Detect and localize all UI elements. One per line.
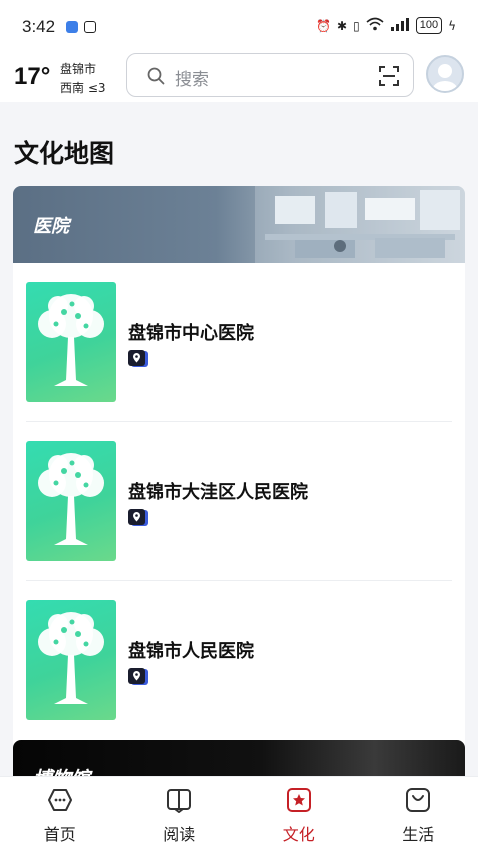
- nav-label: 生活: [402, 825, 435, 844]
- nav-item-life[interactable]: 生活: [359, 777, 478, 850]
- user-avatar[interactable]: [426, 55, 464, 93]
- location-pin-icon[interactable]: [128, 350, 148, 368]
- charging-icon: ϟ: [448, 18, 456, 33]
- nfc-icon: [84, 21, 96, 33]
- location-pin-icon[interactable]: [128, 509, 148, 527]
- list-item[interactable]: 盘锦市中心医院: [26, 282, 452, 402]
- avatar-placeholder-icon: [432, 64, 458, 91]
- weather-wind: 西南 ≤3: [60, 81, 106, 95]
- list-item[interactable]: 盘锦市人民医院: [26, 600, 452, 720]
- hospital-thumbnail: [26, 441, 116, 561]
- hospital-section-card: 医院 盘锦市中心医院 盘锦市大洼区人民医院 盘锦市人民医院: [13, 186, 465, 776]
- hospital-room-photo: [255, 186, 465, 263]
- tree-icon: [38, 612, 104, 704]
- nav-label: 阅读: [163, 825, 196, 844]
- hospital-thumbnail: [26, 600, 116, 720]
- alarm-icon: ⏰: [316, 18, 332, 33]
- hospital-name: 盘锦市中心医院: [128, 323, 254, 344]
- divider: [26, 421, 452, 422]
- home-icon: [47, 789, 72, 811]
- weather-temperature: 17°: [14, 63, 51, 90]
- hospital-name: 盘锦市人民医院: [128, 641, 254, 662]
- nav-item-culture[interactable]: 文化: [239, 777, 359, 850]
- status-indicators: ⏰ ✱ ▯ 100 ϟ: [316, 17, 456, 34]
- book-icon: [167, 789, 192, 813]
- list-item[interactable]: 盘锦市大洼区人民医院: [26, 441, 452, 561]
- divider: [26, 580, 452, 581]
- nav-item-home[interactable]: 首页: [0, 777, 120, 850]
- search-icon: [147, 67, 165, 85]
- weather-city: 盘锦市: [60, 62, 97, 76]
- vibrate-icon: ▯: [353, 18, 360, 33]
- culture-star-icon: [286, 788, 311, 812]
- bottom-nav: 首页 阅读 文化 生活: [0, 776, 478, 850]
- location-pin-icon[interactable]: [128, 668, 148, 686]
- tree-icon: [38, 294, 104, 386]
- life-bag-icon: [406, 788, 431, 812]
- scan-icon[interactable]: [379, 66, 399, 86]
- message-app-icon: [66, 21, 78, 33]
- section-title: 医院: [33, 216, 69, 237]
- nav-item-reading[interactable]: 阅读: [120, 777, 240, 850]
- battery-indicator: 100: [415, 17, 443, 34]
- hospital-thumbnail: [26, 282, 116, 402]
- search-bar[interactable]: 搜索: [126, 53, 414, 97]
- nav-label: 首页: [43, 825, 76, 844]
- section-banner[interactable]: 医院: [13, 186, 465, 263]
- signal-icon: [390, 17, 410, 34]
- nav-label: 文化: [282, 825, 315, 844]
- tree-icon: [38, 453, 104, 545]
- hospital-name: 盘锦市大洼区人民医院: [128, 482, 308, 503]
- status-time: 3:42: [22, 17, 56, 36]
- status-bar: 3:42 ⏰ ✱ ▯ 100 ϟ: [0, 0, 478, 52]
- bluetooth-icon: ✱: [337, 18, 348, 33]
- search-placeholder: 搜索: [175, 70, 209, 90]
- wifi-icon: [366, 17, 384, 34]
- page-title: 文化地图: [14, 139, 115, 168]
- header: 17° 盘锦市 西南 ≤3 搜索: [0, 52, 478, 102]
